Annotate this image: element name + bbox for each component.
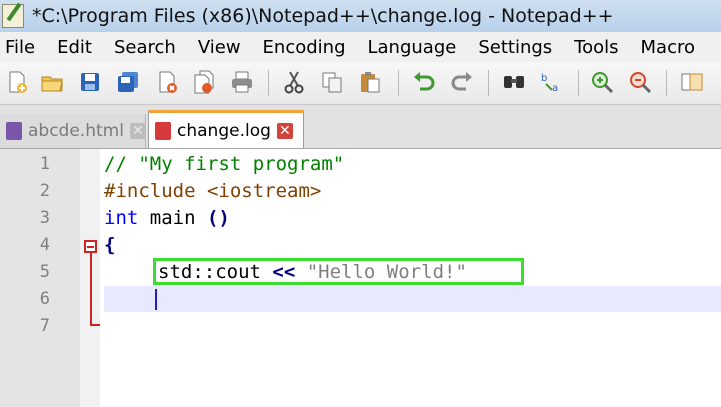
paren-token: () xyxy=(206,207,230,229)
open-file-icon[interactable] xyxy=(40,70,64,94)
menu-edit[interactable]: Edit xyxy=(57,37,92,58)
svg-text:b: b xyxy=(541,73,547,84)
menu-encoding[interactable]: Encoding xyxy=(263,37,346,58)
toolbar: ba xyxy=(0,62,721,105)
notepad-app-icon xyxy=(2,4,24,28)
close-icon[interactable]: ✕ xyxy=(276,123,293,139)
keyword-token: int xyxy=(104,207,139,229)
line-number: 3 xyxy=(39,208,50,228)
menu-search[interactable]: Search xyxy=(114,37,176,58)
comment-token: // "My first program" xyxy=(104,153,345,175)
current-line-highlight xyxy=(104,286,721,312)
tab-change-log[interactable]: change.log ✕ xyxy=(148,110,304,148)
close-icon[interactable] xyxy=(155,70,179,94)
code-line-4: { xyxy=(104,232,115,259)
line-number: 2 xyxy=(39,181,50,201)
save-all-icon[interactable] xyxy=(116,70,140,94)
save-icon[interactable] xyxy=(78,70,102,94)
tab-abcde-html[interactable]: abcde.html ✕ xyxy=(0,114,146,148)
menu-bar: File Edit Search View Encoding Language … xyxy=(0,32,721,62)
preprocessor-token: #include <iostream> xyxy=(104,180,322,202)
tab-label: change.log xyxy=(177,121,271,141)
file-icon xyxy=(155,122,171,140)
toolbar-separator xyxy=(398,70,399,96)
menu-file[interactable]: File xyxy=(5,37,35,58)
menu-tools[interactable]: Tools xyxy=(574,37,618,58)
close-icon[interactable]: ✕ xyxy=(129,123,146,139)
line-number: 1 xyxy=(39,154,50,174)
paste-icon[interactable] xyxy=(358,70,382,94)
title-bar: *C:\Program Files (x86)\Notepad++\change… xyxy=(0,0,721,32)
text-caret xyxy=(155,289,157,310)
cut-icon[interactable] xyxy=(282,70,306,94)
zoom-out-icon[interactable] xyxy=(628,70,652,94)
window-title: *C:\Program Files (x86)\Notepad++\change… xyxy=(32,5,614,27)
copy-icon[interactable] xyxy=(320,70,344,94)
notepad-plus-plus-window: *C:\Program Files (x86)\Notepad++\change… xyxy=(0,0,721,407)
code-editor[interactable]: 1 2 3 4 5 6 7 // "My first program" #inc… xyxy=(0,149,721,407)
toolbar-separator xyxy=(488,70,489,96)
svg-text:a: a xyxy=(552,83,558,94)
fold-line xyxy=(90,253,92,325)
replace-icon[interactable]: ba xyxy=(540,70,564,94)
identifier-token: main xyxy=(138,207,207,229)
line-number: 5 xyxy=(39,262,50,282)
highlight-box xyxy=(153,258,524,285)
code-line-1: // "My first program" xyxy=(104,151,344,178)
close-all-icon[interactable] xyxy=(192,70,216,94)
menu-view[interactable]: View xyxy=(198,37,241,58)
brace-token: { xyxy=(104,234,116,256)
line-number: 6 xyxy=(39,289,50,309)
menu-language[interactable]: Language xyxy=(368,37,457,58)
file-icon xyxy=(6,122,22,140)
toolbar-separator xyxy=(268,70,269,96)
sync-scroll-icon[interactable] xyxy=(680,70,704,94)
print-icon[interactable] xyxy=(230,70,254,94)
redo-icon[interactable] xyxy=(450,70,474,94)
line-number: 7 xyxy=(39,316,50,336)
menu-settings[interactable]: Settings xyxy=(478,37,552,58)
zoom-in-icon[interactable] xyxy=(590,70,614,94)
new-file-icon[interactable] xyxy=(5,70,29,94)
tab-bar: abcde.html ✕ change.log ✕ xyxy=(0,105,721,149)
line-number: 4 xyxy=(39,235,50,255)
fold-collapse-icon[interactable] xyxy=(84,240,97,253)
toolbar-separator xyxy=(578,70,579,96)
fold-end xyxy=(90,324,100,326)
undo-icon[interactable] xyxy=(412,70,436,94)
code-line-2: #include <iostream> xyxy=(104,178,321,205)
line-number-gutter: 1 2 3 4 5 6 7 xyxy=(0,149,80,407)
find-icon[interactable] xyxy=(502,70,526,94)
menu-macro[interactable]: Macro xyxy=(641,37,695,58)
toolbar-separator xyxy=(666,70,667,96)
code-line-3: int main () xyxy=(104,205,230,232)
tab-label: abcde.html xyxy=(28,121,124,141)
